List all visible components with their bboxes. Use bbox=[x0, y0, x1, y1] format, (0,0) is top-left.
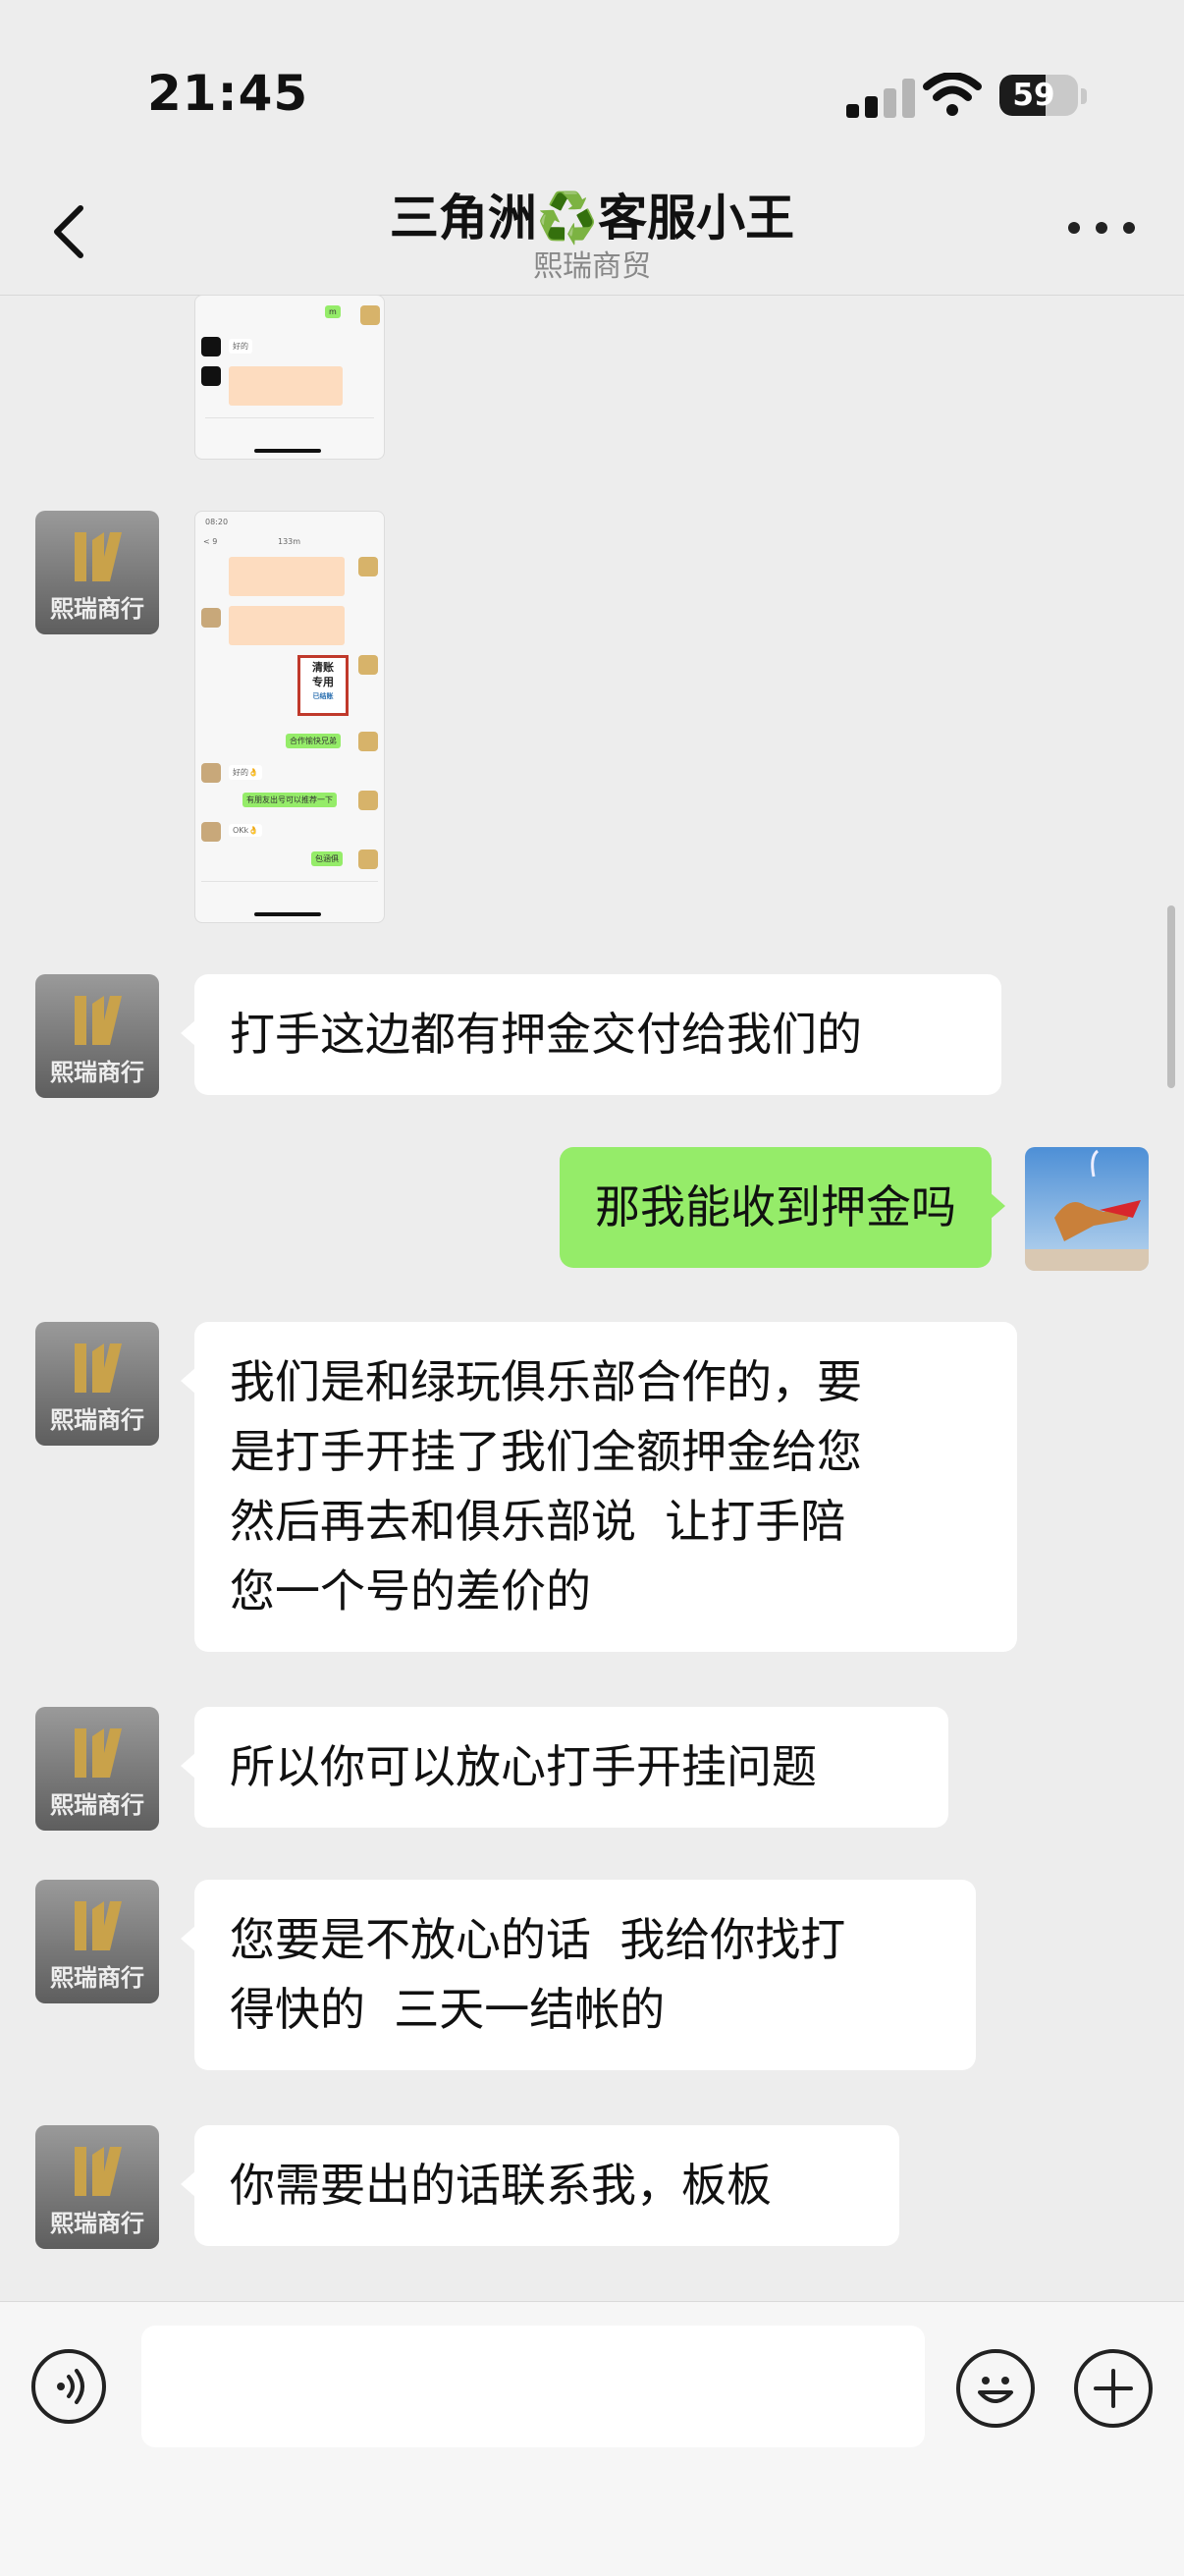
avatar-text: 熙瑞商行 bbox=[50, 1791, 144, 1819]
signal-icon bbox=[846, 77, 915, 118]
avatar-text: 熙瑞商行 bbox=[50, 2210, 144, 2237]
chat-title: 三角洲♻️客服小王 bbox=[389, 190, 795, 247]
mini-message: 好的👌 bbox=[229, 765, 262, 780]
stamp-line: 清账 bbox=[312, 661, 334, 674]
mini-home-indicator bbox=[254, 449, 321, 453]
contact-avatar[interactable]: 熙瑞商行 bbox=[35, 1880, 159, 2003]
emoji-icon[interactable] bbox=[956, 2349, 1035, 2428]
mini-stamp: 清账 专用 已结账 bbox=[297, 655, 349, 716]
chat-subtitle: 熙瑞商贸 bbox=[533, 249, 651, 284]
outgoing-message[interactable]: 那我能收到押金吗 bbox=[560, 1147, 1005, 1268]
image-message-1[interactable]: m 好的 bbox=[194, 295, 385, 460]
mini-message: m bbox=[325, 305, 341, 318]
incoming-message[interactable]: 我们是和绿玩俱乐部合作的，要 是打手开挂了我们全额押金给您 然后再去和俱乐部说 … bbox=[181, 1322, 1017, 1652]
mini-title: 133m bbox=[278, 537, 301, 546]
nav-bar: 三角洲♻️客服小王 熙瑞商贸 bbox=[0, 167, 1184, 296]
contact-avatar[interactable]: 熙瑞商行 bbox=[35, 1707, 159, 1831]
mini-message: 好的 bbox=[229, 339, 252, 354]
incoming-message[interactable]: 打手这边都有押金交付给我们的 bbox=[181, 974, 1001, 1095]
mini-message: 合作愉快兄弟 bbox=[286, 734, 341, 748]
status-time: 21:45 bbox=[147, 65, 309, 122]
battery-icon: 59 bbox=[999, 75, 1078, 116]
input-bar bbox=[0, 2301, 1184, 2576]
incoming-message[interactable]: 你需要出的话联系我，板板 bbox=[181, 2125, 899, 2246]
wifi-icon bbox=[923, 73, 982, 116]
mini-message: 包涵俱 bbox=[311, 851, 343, 866]
stamp-line: 专用 bbox=[312, 676, 334, 688]
mini-home-indicator bbox=[254, 912, 321, 916]
mini-avatar bbox=[358, 655, 378, 675]
mini-avatar bbox=[360, 305, 380, 325]
user-avatar[interactable] bbox=[1025, 1147, 1149, 1271]
incoming-message[interactable]: 您要是不放心的话 我给你找打 得快的 三天一结帐的 bbox=[181, 1880, 976, 2070]
more-icon[interactable] bbox=[1068, 222, 1137, 242]
mini-avatar bbox=[201, 822, 221, 842]
mini-message: OKk👌 bbox=[229, 824, 263, 837]
mini-card bbox=[229, 366, 343, 406]
incoming-message[interactable]: 所以你可以放心打手开挂问题 bbox=[181, 1707, 948, 1828]
mini-avatar bbox=[358, 557, 378, 576]
voice-icon[interactable] bbox=[31, 2349, 106, 2424]
battery-tip bbox=[1081, 88, 1087, 104]
contact-avatar[interactable]: 熙瑞商行 bbox=[35, 1322, 159, 1446]
avatar-text: 熙瑞商行 bbox=[50, 595, 144, 623]
scrollbar[interactable] bbox=[1167, 905, 1175, 1088]
mini-avatar bbox=[201, 337, 221, 356]
mini-card bbox=[229, 606, 345, 645]
mini-avatar bbox=[201, 763, 221, 783]
message-input[interactable] bbox=[141, 2326, 925, 2447]
mini-back: < 9 bbox=[203, 537, 218, 546]
stamp-line: 已结账 bbox=[312, 692, 334, 700]
mini-input-bar bbox=[201, 881, 378, 900]
mini-message: 有朋友出号可以推荐一下 bbox=[242, 793, 337, 807]
mini-avatar bbox=[201, 366, 221, 386]
mini-avatar bbox=[358, 732, 378, 751]
mini-avatar bbox=[358, 850, 378, 869]
mini-input-bar bbox=[205, 417, 374, 436]
avatar-text: 熙瑞商行 bbox=[50, 1964, 144, 1992]
contact-avatar[interactable]: 熙瑞商行 bbox=[35, 974, 159, 1098]
avatar-text: 熙瑞商行 bbox=[50, 1059, 144, 1086]
avatar-text: 熙瑞商行 bbox=[50, 1406, 144, 1434]
mini-card bbox=[229, 557, 345, 596]
plus-icon[interactable] bbox=[1074, 2349, 1153, 2428]
mini-avatar bbox=[201, 608, 221, 628]
status-bar: 21:45 59 bbox=[0, 0, 1184, 187]
image-message-2[interactable]: 08:20 < 9 133m 清账 专用 已结账 合作愉快兄弟 好的👌 有朋友出… bbox=[194, 511, 385, 923]
mini-status-time: 08:20 bbox=[205, 518, 229, 526]
contact-avatar[interactable]: 熙瑞商行 bbox=[35, 2125, 159, 2249]
battery-percent: 59 bbox=[1012, 78, 1055, 113]
contact-avatar[interactable]: 熙瑞商行 bbox=[35, 511, 159, 634]
mini-avatar bbox=[358, 791, 378, 810]
